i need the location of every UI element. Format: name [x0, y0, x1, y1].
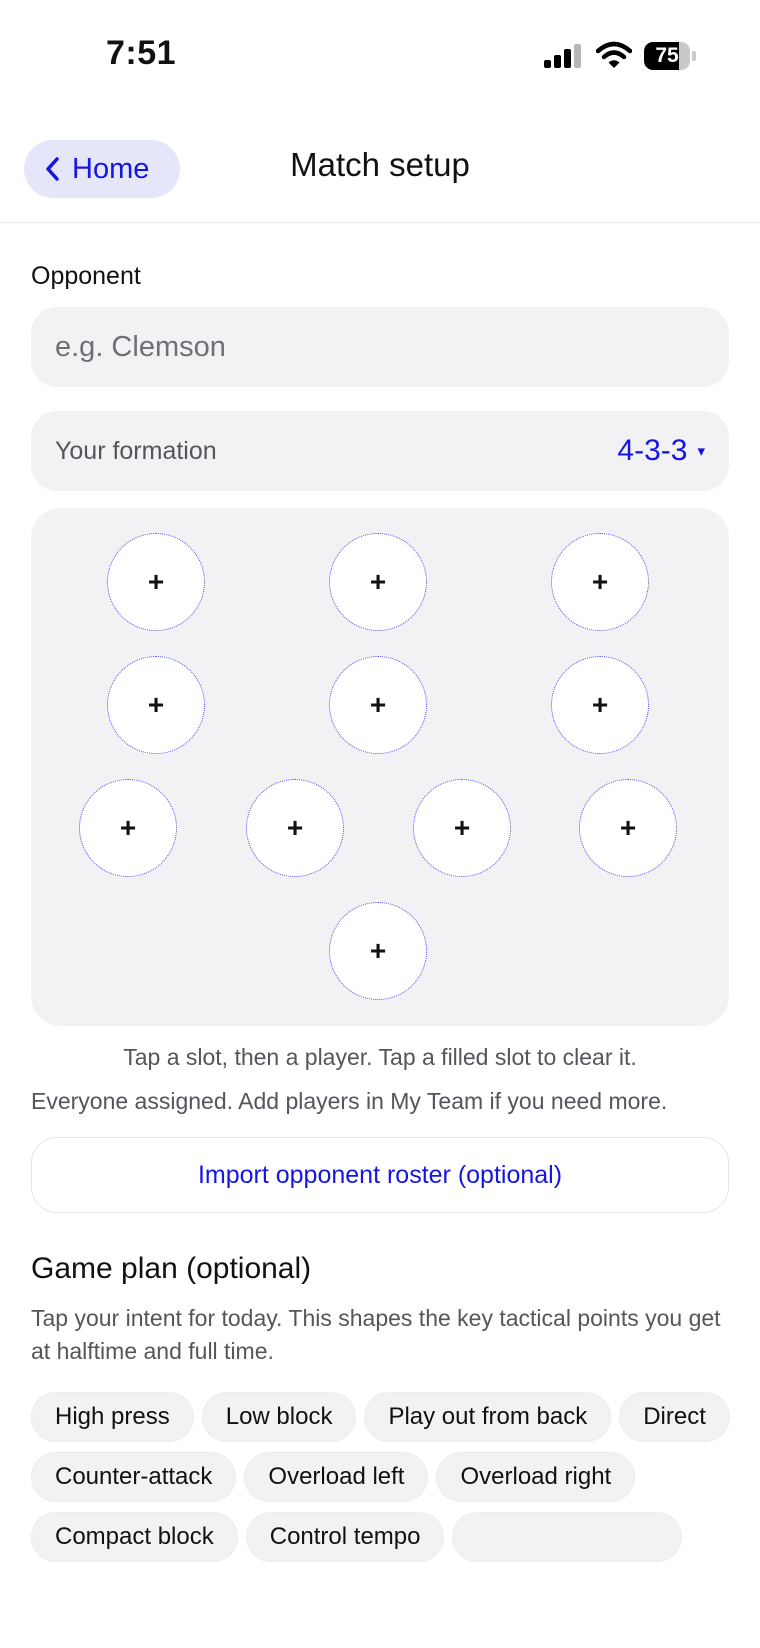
chip-high-press[interactable]: High press [31, 1392, 194, 1442]
wifi-icon [596, 41, 632, 68]
player-slot[interactable]: + [413, 779, 511, 877]
player-slot[interactable]: + [329, 656, 427, 754]
page-title: Match setup [290, 146, 470, 183]
status-time: 7:51 [106, 34, 177, 72]
player-slot[interactable]: + [107, 533, 205, 631]
chip-counter-attack[interactable]: Counter-attack [31, 1452, 237, 1502]
game-plan-description: Tap your intent for today. This shapes t… [31, 1305, 721, 1364]
game-plan-title: Game plan (optional) [31, 1252, 312, 1285]
formation-pitch: + + + + + + + + + + + [31, 508, 729, 1026]
nav-divider [0, 222, 760, 223]
chip-overload-right[interactable]: Overload right [436, 1452, 636, 1502]
plus-icon: + [147, 566, 165, 597]
chip-overload-left[interactable]: Overload left [244, 1452, 429, 1502]
cellular-signal-icon [544, 44, 581, 68]
chip-low-block[interactable]: Low block [201, 1392, 357, 1442]
player-slot[interactable]: + [79, 779, 177, 877]
chip-play-out-from-back[interactable]: Play out from back [364, 1392, 612, 1442]
chip-direct[interactable]: Direct [619, 1392, 730, 1442]
assigned-hint: Everyone assigned. Add players in My Tea… [31, 1088, 668, 1114]
battery-cap [692, 51, 696, 61]
plus-icon: + [286, 812, 304, 843]
player-slot[interactable]: + [551, 656, 649, 754]
bottom-cutoff [0, 1578, 760, 1648]
player-slot[interactable]: + [246, 779, 344, 877]
opponent-input[interactable] [31, 307, 729, 387]
caret-down-icon: ▾ [697, 443, 705, 460]
import-roster-button[interactable]: Import opponent roster (optional) [31, 1137, 729, 1213]
player-slot[interactable]: + [107, 656, 205, 754]
plus-icon: + [369, 566, 387, 597]
game-plan-chips: High press Low block Play out from back … [31, 1392, 731, 1578]
plus-icon: + [591, 689, 609, 720]
battery-percent: 75 [655, 44, 679, 67]
plus-icon: + [147, 689, 165, 720]
formation-selector[interactable]: Your formation 4-3-3 ▾ [31, 411, 729, 491]
chip-compact-block[interactable]: Compact block [31, 1512, 238, 1562]
slot-hint: Tap a slot, then a player. Tap a filled … [123, 1044, 637, 1070]
plus-icon: + [369, 935, 387, 966]
formation-value: 4-3-3 [617, 434, 688, 467]
player-slot[interactable]: + [329, 533, 427, 631]
plus-icon: + [453, 812, 471, 843]
player-slot[interactable]: + [551, 533, 649, 631]
battery-indicator: 75 [644, 42, 696, 70]
chip-partially-visible[interactable] [452, 1512, 683, 1562]
chip-control-tempo[interactable]: Control tempo [245, 1512, 445, 1562]
plus-icon: + [591, 566, 609, 597]
formation-label: Your formation [55, 436, 217, 465]
player-slot[interactable]: + [579, 779, 677, 877]
plus-icon: + [369, 689, 387, 720]
formation-dropdown[interactable]: 4-3-3 ▾ [617, 434, 705, 468]
player-slot[interactable]: + [329, 902, 427, 1000]
plus-icon: + [119, 812, 137, 843]
plus-icon: + [619, 812, 637, 843]
opponent-label: Opponent [31, 262, 141, 290]
